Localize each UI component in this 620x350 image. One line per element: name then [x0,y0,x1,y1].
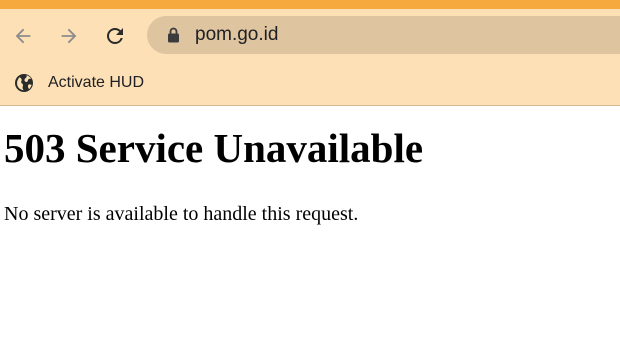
url-text[interactable]: pom.go.id [195,24,278,46]
arrow-right-icon [61,28,77,44]
error-message: No server is available to handle this re… [4,203,359,225]
window-top-strip [0,0,620,9]
browser-toolbar: pom.go.id [0,9,620,62]
page-content: 503 Service Unavailable No server is ava… [0,106,620,350]
reload-icon [107,28,123,44]
error-heading: 503 Service Unavailable [4,125,424,171]
reload-button[interactable] [100,21,130,51]
bookmark-label[interactable]: Activate HUD [48,74,144,92]
lock-icon[interactable] [167,27,180,43]
bookmarks-bar: Activate HUD [0,62,620,106]
forward-button[interactable] [54,21,84,51]
arrow-left-icon [15,28,31,44]
bookmark-activate-hud[interactable]: Activate HUD [8,68,150,98]
address-bar[interactable]: pom.go.id [147,16,620,54]
globe-icon [15,74,33,92]
back-button[interactable] [8,21,38,51]
